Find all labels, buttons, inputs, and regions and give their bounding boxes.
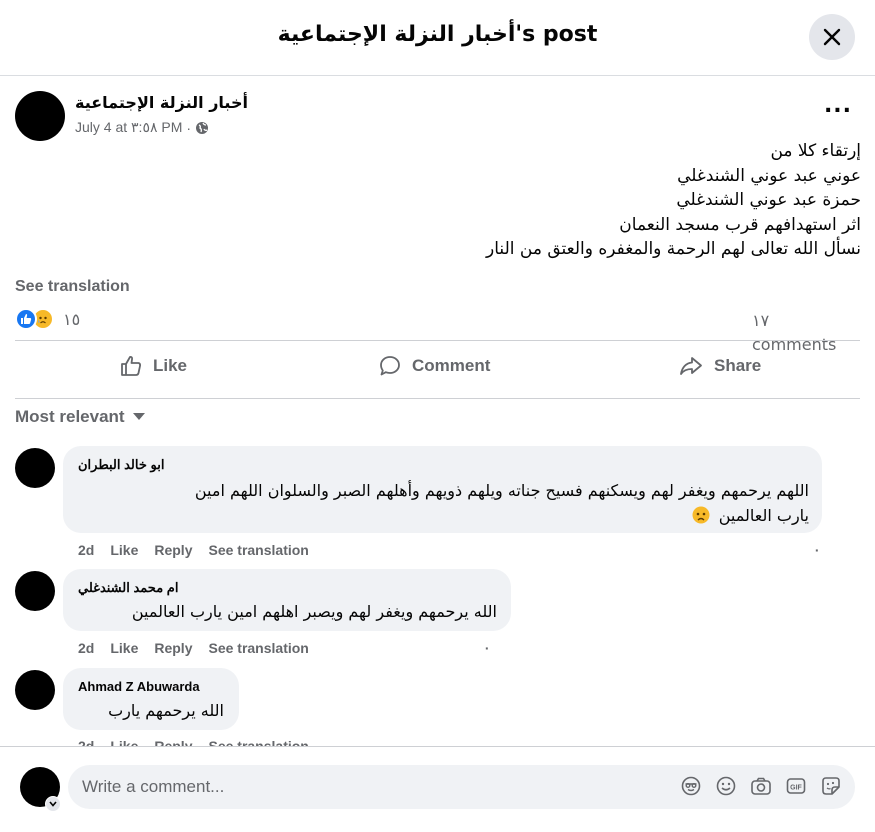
comments-count[interactable]: ١٧ comments — [752, 309, 852, 357]
commenter-name[interactable]: ابو خالد البطران — [78, 457, 164, 473]
comment-button-label: Comment — [412, 356, 491, 375]
comment-text-line: يارب العالمين — [69, 503, 809, 528]
divider — [15, 398, 860, 399]
comment-time[interactable]: 2d — [78, 738, 94, 746]
like-reaction-icon — [15, 308, 37, 330]
share-button[interactable]: Share — [678, 348, 761, 384]
comment-options-dot: · — [484, 640, 490, 656]
comment-see-translation[interactable]: See translation — [208, 640, 308, 656]
close-icon — [823, 28, 841, 46]
globe-icon — [196, 121, 209, 134]
comment-actions: 2d Like Reply See translation — [78, 738, 309, 746]
post-body: إرتقاء كلا من عوني عبد عوني الشندغلي حمز… — [15, 139, 861, 262]
post-body-line: اثر استهدافهم قرب مسجد النعمان — [619, 214, 861, 235]
commenter-name[interactable]: Ahmad Z Abuwarda — [78, 679, 200, 694]
dialog-title: أخبار النزلة الإجتماعية's post — [277, 22, 598, 47]
sad-emoji-icon — [692, 506, 710, 524]
commenter-avatar[interactable] — [15, 448, 55, 488]
meta-separator: · — [186, 119, 192, 136]
divider — [15, 340, 860, 341]
comment-text: اللهم يرحمهم ويغفر لهم ويسكنهم فسيح جنات… — [69, 478, 809, 528]
comment-actions-clip: 2d Like Reply See translation — [0, 736, 875, 746]
svg-text:GIF: GIF — [790, 785, 802, 792]
post-options-button[interactable]: ... — [822, 95, 854, 128]
post-body-line: عوني عبد عوني الشندغلي — [677, 165, 861, 186]
comment-actions: 2d Like Reply See translation · — [78, 640, 490, 656]
like-button-label: Like — [153, 356, 188, 375]
emoji-icon[interactable] — [715, 775, 737, 797]
reactions-summary[interactable]: ١٥ — [15, 308, 80, 330]
comment-sort-label: Most relevant — [15, 407, 125, 426]
comment-options-dot: · — [814, 542, 820, 558]
chevron-down-icon — [49, 801, 57, 807]
comment-time[interactable]: 2d — [78, 542, 94, 558]
thumbs-up-icon — [121, 356, 141, 376]
comment-text: الله يرحمهم يارب — [108, 701, 224, 720]
commenter-name[interactable]: ام محمد الشندغلي — [78, 580, 178, 596]
comment-icon — [380, 356, 400, 376]
comment-see-translation[interactable]: See translation — [208, 542, 308, 558]
camera-icon[interactable] — [750, 775, 772, 797]
comment-like-button[interactable]: Like — [110, 640, 138, 656]
close-button[interactable] — [809, 14, 855, 60]
commenter-avatar[interactable] — [15, 571, 55, 611]
share-button-label: Share — [714, 356, 762, 375]
comment-time[interactable]: 2d — [78, 640, 94, 656]
reactions-count[interactable]: ١٥ — [63, 310, 80, 329]
comment-like-button[interactable]: Like — [110, 542, 138, 558]
comment-reply-button[interactable]: Reply — [154, 738, 192, 746]
comment-like-button[interactable]: Like — [110, 738, 138, 746]
see-translation-link[interactable]: See translation — [15, 278, 130, 296]
post-timestamp[interactable]: July 4 at ٣:٥٨ PM — [75, 119, 182, 136]
comment-reply-button[interactable]: Reply — [154, 542, 192, 558]
comment-composer: GIF — [0, 746, 875, 832]
comment-see-translation[interactable]: See translation — [208, 738, 308, 746]
comment-actions: 2d Like Reply See translation · — [78, 542, 838, 558]
comment-button[interactable]: Comment — [378, 348, 490, 384]
comment-text-line-content: يارب العالمين — [718, 506, 809, 525]
author-avatar[interactable] — [15, 91, 65, 141]
post-body-line: إرتقاء كلا من — [770, 141, 861, 161]
gif-icon[interactable]: GIF — [785, 775, 807, 797]
caret-down-icon — [132, 413, 145, 420]
post-body-line: نسأل الله تعالى لهم الرحمة والمغفره والع… — [486, 239, 861, 259]
post-meta: July 4 at ٣:٥٨ PM · — [75, 119, 209, 136]
dialog-header: أخبار النزلة الإجتماعية's post — [0, 0, 875, 76]
avatar-sticker-icon[interactable] — [680, 775, 702, 797]
like-button[interactable]: Like — [119, 348, 187, 384]
sticker-icon[interactable] — [820, 775, 842, 797]
share-icon — [680, 357, 702, 375]
account-switcher[interactable] — [45, 796, 61, 812]
commenter-avatar[interactable] — [15, 670, 55, 710]
comment-text: الله يرحمهم ويغفر لهم ويصبر اهلهم امين ي… — [131, 602, 497, 621]
comment-reply-button[interactable]: Reply — [154, 640, 192, 656]
author-name[interactable]: أخبار النزلة الإجتماعية — [75, 93, 248, 112]
composer-tools: GIF — [680, 775, 842, 797]
post-body-line: حمزة عبد عوني الشندغلي — [676, 190, 861, 210]
comment-sort-dropdown[interactable]: Most relevant — [15, 407, 145, 427]
comment-text-line: اللهم يرحمهم ويغفر لهم ويسكنهم فسيح جنات… — [194, 481, 809, 500]
